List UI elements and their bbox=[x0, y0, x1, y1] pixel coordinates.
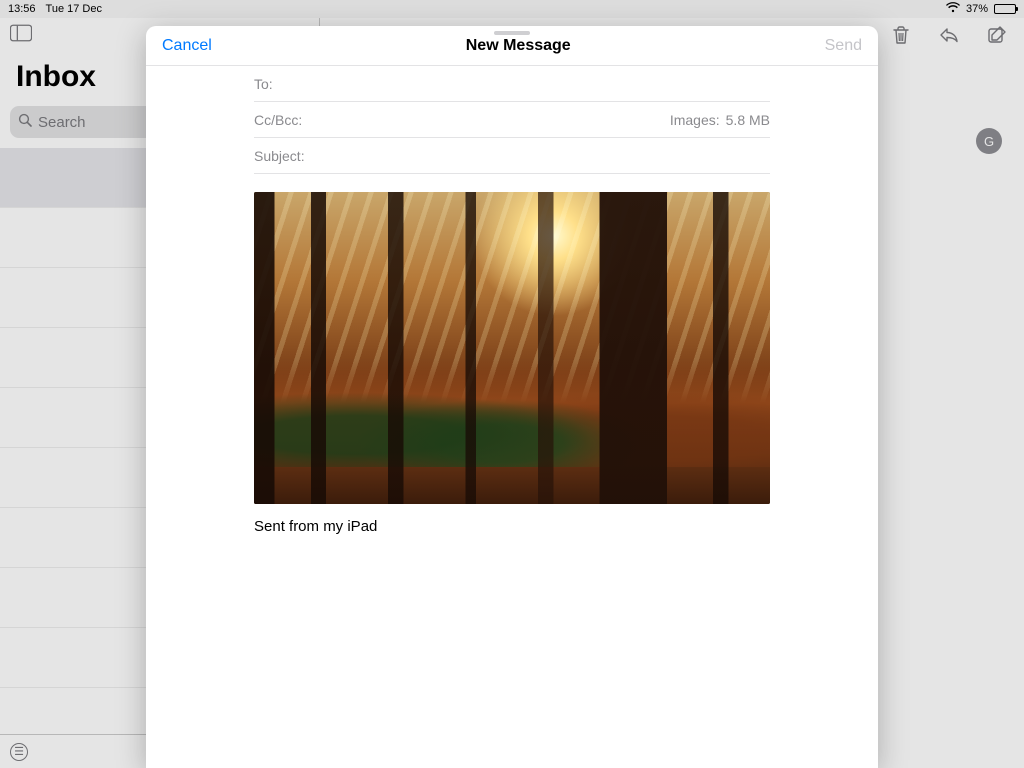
send-button[interactable]: Send bbox=[825, 37, 862, 55]
ccbcc-field[interactable]: Cc/Bcc: Images: 5.8 MB bbox=[254, 102, 770, 138]
compose-header: Cancel New Message Send bbox=[146, 26, 878, 66]
cancel-button[interactable]: Cancel bbox=[162, 37, 212, 55]
subject-label: Subject: bbox=[254, 148, 305, 164]
compose-sheet: Cancel New Message Send To: Cc/Bcc: Imag… bbox=[146, 26, 878, 768]
signature-text[interactable]: Sent from my iPad bbox=[254, 518, 770, 535]
to-label: To: bbox=[254, 76, 273, 92]
attachment-image[interactable] bbox=[254, 192, 770, 504]
images-size: 5.8 MB bbox=[726, 112, 770, 128]
compose-title: New Message bbox=[466, 37, 571, 55]
subject-field[interactable]: Subject: bbox=[254, 138, 770, 174]
compose-body[interactable]: Sent from my iPad bbox=[254, 174, 770, 555]
to-field[interactable]: To: bbox=[254, 66, 770, 102]
ccbcc-label: Cc/Bcc: bbox=[254, 112, 302, 128]
images-label: Images: bbox=[670, 112, 720, 128]
